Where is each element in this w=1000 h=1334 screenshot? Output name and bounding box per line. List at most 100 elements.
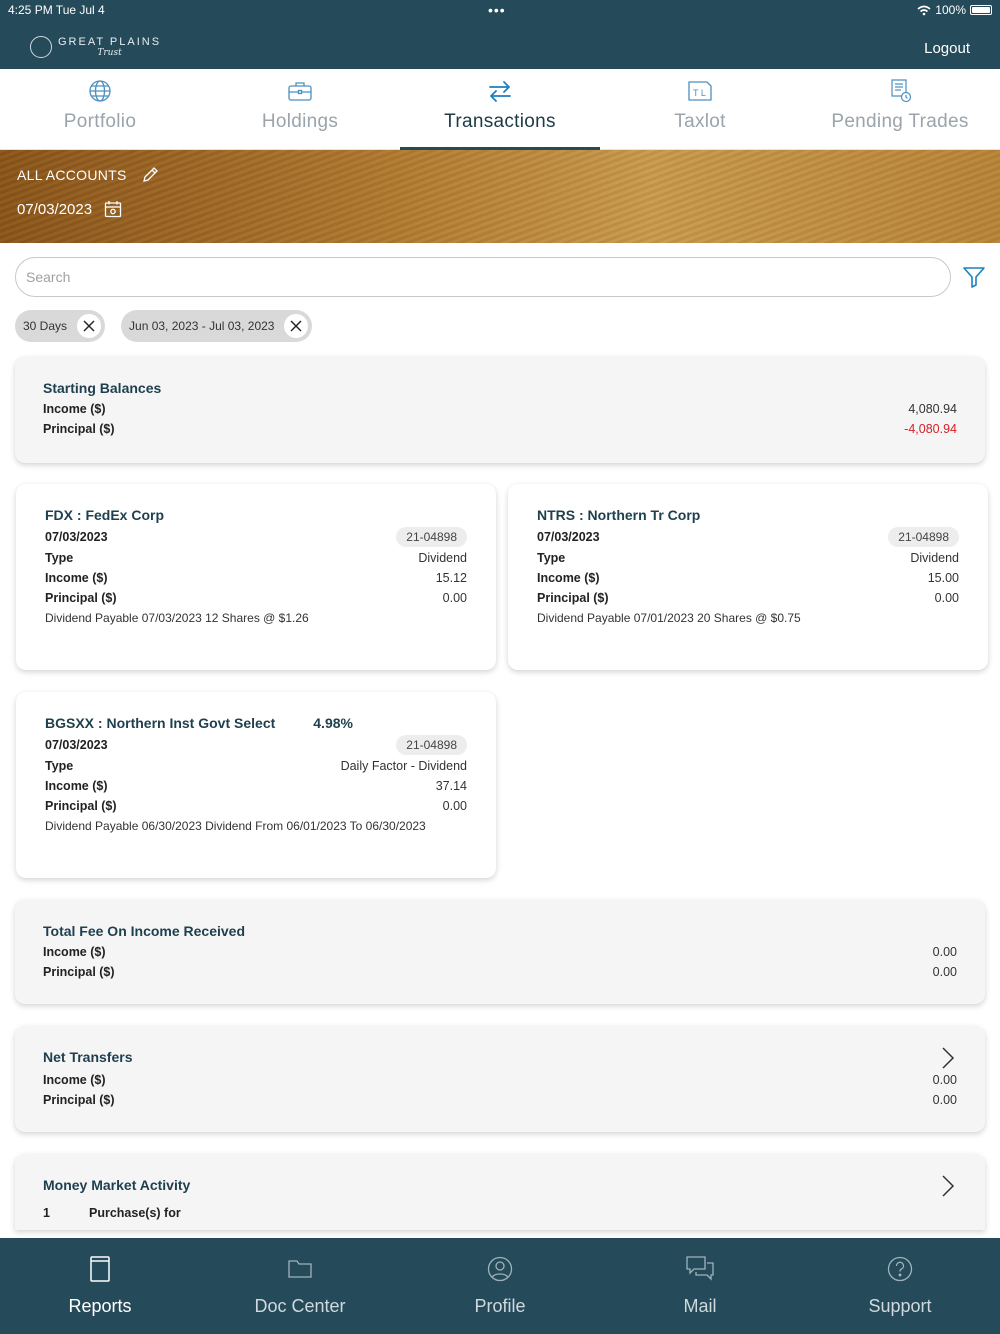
chevron-right-icon[interactable] (941, 1174, 955, 1198)
transaction-card[interactable]: NTRS : Northern Tr Corp 07/03/2023 21-04… (508, 484, 988, 670)
logout-button[interactable]: Logout (924, 40, 970, 57)
money-market-card[interactable]: Money Market Activity 1 Purchase(s) for (15, 1154, 985, 1230)
edit-pencil-icon[interactable] (141, 166, 159, 184)
principal-label: Principal ($) (43, 965, 115, 979)
card-title: Starting Balances (43, 380, 162, 396)
security-title: BGSXX : Northern Inst Govt Select (45, 715, 276, 731)
multitasking-dots-icon[interactable]: ••• (488, 2, 506, 18)
tab-holdings[interactable]: Holdings (200, 69, 400, 149)
principal-label: Principal ($) (45, 799, 117, 813)
income-value: 4,080.94 (908, 402, 957, 416)
reports-icon (89, 1254, 111, 1284)
type-value: Dividend (418, 551, 467, 565)
principal-row: Principal ($) -4,080.94 (43, 422, 957, 436)
date-row: 07/03/2023 21-04898 (45, 735, 467, 755)
principal-row: Principal ($) 0.00 (45, 591, 467, 605)
chip-label: Jun 03, 2023 - Jul 03, 2023 (129, 319, 275, 333)
net-transfers-card[interactable]: Net Transfers Income ($) 0.00 Principal … (15, 1026, 985, 1132)
account-selector[interactable]: ALL ACCOUNTS (17, 166, 159, 184)
date-row: 07/03/2023 21-04898 (537, 527, 959, 547)
income-label: Income ($) (45, 571, 108, 585)
card-title: Net Transfers (43, 1049, 133, 1065)
tab-pending-trades[interactable]: Pending Trades (800, 69, 1000, 149)
nav-doc-center[interactable]: Doc Center (200, 1238, 400, 1334)
arrows-swap-icon (487, 79, 513, 103)
logo-title: GREAT PLAINS (58, 35, 162, 48)
status-time: 4:25 PM Tue Jul 4 (8, 3, 105, 17)
transaction-description: Dividend Payable 07/03/2023 12 Shares @ … (45, 611, 309, 625)
yield-value: 4.98% (313, 715, 353, 731)
date-selector[interactable]: 07/03/2023 (17, 200, 122, 218)
nav-mail[interactable]: Mail (600, 1238, 800, 1334)
transaction-date: 07/03/2023 (537, 530, 600, 544)
principal-value: -4,080.94 (904, 422, 957, 436)
tab-transactions[interactable]: Transactions (400, 69, 600, 150)
nav-profile[interactable]: Profile (400, 1238, 600, 1334)
section-tabs: Portfolio Holdings Transactions T L Taxl… (0, 69, 1000, 150)
income-row: Income ($) 0.00 (43, 1073, 957, 1087)
income-label: Income ($) (43, 1073, 106, 1087)
filter-chip: Jun 03, 2023 - Jul 03, 2023 (121, 310, 313, 342)
income-row: Income ($) 15.00 (537, 571, 959, 585)
type-label: Type (537, 551, 566, 565)
brand-logo: GREAT PLAINS Trust (30, 36, 161, 58)
filter-button[interactable] (962, 265, 986, 294)
transaction-date: 07/03/2023 (45, 530, 108, 544)
type-label: Type (45, 759, 74, 773)
transaction-date: 07/03/2023 (45, 738, 108, 752)
principal-row: Principal ($) 0.00 (537, 591, 959, 605)
nav-support[interactable]: Support (800, 1238, 1000, 1334)
income-value: 15.00 (927, 571, 959, 585)
filter-funnel-icon (963, 267, 985, 288)
transaction-card[interactable]: BGSXX : Northern Inst Govt Select 4.98% … (16, 692, 496, 878)
remove-filter-close-icon[interactable] (77, 314, 102, 338)
starting-balances-card: Starting Balances Income ($) 4,080.94 Pr… (15, 357, 985, 463)
account-banner: ALL ACCOUNTS 07/03/2023 (0, 150, 1000, 243)
account-badge: 21-04898 (888, 527, 959, 547)
nav-label: Support (868, 1296, 932, 1316)
chat-bubbles-icon (685, 1254, 715, 1284)
income-row: Income ($) 4,080.94 (43, 402, 957, 416)
nav-reports[interactable]: Reports (0, 1238, 200, 1334)
bottom-navigation: Reports Doc Center Profile Mail Support (0, 1238, 1000, 1334)
profile-icon (487, 1254, 513, 1284)
security-title: FDX : FedEx Corp (45, 507, 165, 523)
card-title: Money Market Activity (43, 1177, 191, 1193)
date-row: 07/03/2023 21-04898 (45, 527, 467, 547)
chip-label: 30 Days (23, 319, 68, 333)
as-of-date: 07/03/2023 (17, 200, 93, 218)
type-value: Dividend (910, 551, 959, 565)
income-label: Income ($) (43, 402, 106, 416)
tab-portfolio[interactable]: Portfolio (0, 69, 200, 149)
transaction-card[interactable]: FDX : FedEx Corp 07/03/2023 21-04898 Typ… (16, 484, 496, 670)
folder-icon (287, 1254, 313, 1284)
principal-label: Principal ($) (45, 591, 117, 605)
app-header: 4:25 PM Tue Jul 4 ••• 100% GREAT PLAINS … (0, 0, 1000, 69)
nav-label: Doc Center (254, 1296, 346, 1316)
income-value: 15.12 (435, 571, 467, 585)
tab-label: Portfolio (63, 111, 137, 132)
principal-label: Principal ($) (43, 1093, 115, 1107)
chevron-right-icon[interactable] (941, 1046, 955, 1070)
income-value: 0.00 (932, 945, 957, 959)
type-row: Type Dividend (45, 551, 467, 565)
account-badge: 21-04898 (396, 735, 467, 755)
active-filters: 30 Days Jun 03, 2023 - Jul 03, 2023 (15, 310, 313, 342)
income-row: Income ($) 0.00 (43, 945, 957, 959)
principal-value: 0.00 (442, 799, 467, 813)
tab-taxlot[interactable]: T L Taxlot (600, 69, 800, 149)
battery-icon (970, 5, 992, 15)
calendar-icon[interactable] (104, 200, 122, 218)
search-input[interactable] (15, 257, 951, 297)
principal-value: 0.00 (932, 965, 957, 979)
transaction-description: Dividend Payable 06/30/2023 Dividend Fro… (45, 819, 426, 833)
logo-subtitle: Trust (97, 47, 122, 58)
question-icon (887, 1254, 913, 1284)
income-value: 0.00 (932, 1073, 957, 1087)
wifi-icon (917, 5, 931, 15)
type-row: Type Dividend (537, 551, 959, 565)
account-name: ALL ACCOUNTS (17, 167, 127, 183)
type-label: Type (45, 551, 74, 565)
remove-filter-close-icon[interactable] (284, 314, 309, 338)
svg-text:T L: T L (693, 88, 706, 98)
